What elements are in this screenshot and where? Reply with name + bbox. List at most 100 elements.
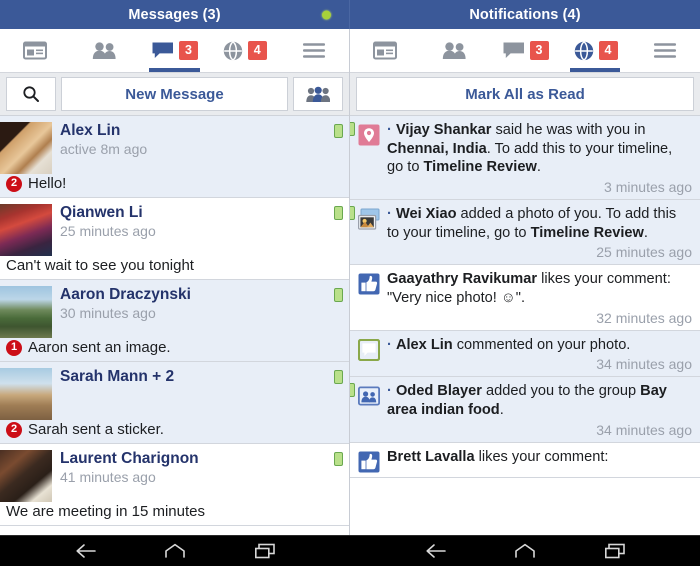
- android-nav-bar: [0, 535, 700, 566]
- notification-timestamp: 34 minutes ago: [596, 421, 692, 438]
- notification-icon: [358, 208, 380, 230]
- notification-timestamp: 25 minutes ago: [596, 244, 692, 261]
- hamburger-icon: [303, 43, 326, 58]
- message-row[interactable]: Laurent Charignon 41 minutes ago We are …: [0, 444, 349, 526]
- notification-icon: [357, 385, 381, 407]
- right-tab-notifications-underline: [569, 68, 621, 72]
- new-group-button[interactable]: [293, 77, 343, 111]
- mark-all-as-read-button[interactable]: Mark All as Read: [356, 77, 694, 111]
- notification-highlight: Brett Lavalla: [387, 448, 475, 465]
- comment-bubble-icon: [357, 338, 381, 361]
- bullet-icon: ·: [387, 336, 392, 353]
- message-row[interactable]: Alex Lin active 8m ago 2 Hello!: [0, 116, 349, 198]
- notification-row[interactable]: Gaayathry Ravikumar likes your comment: …: [350, 265, 700, 331]
- notification-text: · Wei Xiao added a photo of you. To add …: [387, 205, 692, 242]
- messages-list[interactable]: Alex Lin active 8m ago 2 Hello! Qianwen …: [0, 116, 349, 535]
- unread-count-badge: 1: [6, 339, 22, 356]
- message-meta: Aaron Draczynski 30 minutes ago: [52, 283, 191, 321]
- nav-half-right: [350, 536, 700, 566]
- new-message-button[interactable]: New Message: [61, 77, 288, 111]
- notifications-title-text: Notifications (4): [469, 6, 581, 23]
- notification-body: Brett Lavalla likes your comment:: [380, 448, 692, 467]
- home-icon: [515, 543, 535, 558]
- left-tab-messages[interactable]: 3: [140, 29, 210, 72]
- bullet-icon: ·: [387, 206, 392, 223]
- notification-timestamp: 3 minutes ago: [604, 179, 692, 196]
- left-tab-notifications[interactable]: 4: [209, 29, 279, 72]
- notification-timestamp: 34 minutes ago: [596, 356, 692, 373]
- right-tab-bar: 3 4: [350, 29, 700, 73]
- messages-icon: [152, 42, 173, 58]
- right-tab-more[interactable]: [630, 29, 700, 72]
- home-button[interactable]: [512, 541, 538, 561]
- back-button[interactable]: [422, 541, 448, 561]
- home-button[interactable]: [162, 541, 188, 561]
- notification-text: · Alex Lin commented on your photo.: [387, 336, 692, 355]
- avatar: [0, 368, 52, 420]
- notifications-list[interactable]: · Vijay Shankar said he was with you in …: [350, 116, 700, 535]
- message-meta: Qianwen Li 25 minutes ago: [52, 201, 156, 239]
- unread-count-badge: 2: [6, 175, 22, 192]
- right-tab-messages[interactable]: 3: [490, 29, 560, 72]
- right-tab-notifications-badge: 4: [598, 41, 618, 60]
- message-row[interactable]: Qianwen Li 25 minutes ago Can't wait to …: [0, 198, 349, 280]
- messages-icon: [503, 42, 524, 58]
- mobile-indicator-icon: [334, 124, 343, 138]
- back-button[interactable]: [72, 541, 98, 561]
- recents-button[interactable]: [252, 541, 278, 561]
- notification-row[interactable]: · Vijay Shankar said he was with you in …: [350, 116, 700, 201]
- mobile-indicator-icon: [350, 206, 355, 221]
- message-header: Laurent Charignon 41 minutes ago: [0, 447, 325, 502]
- message-header: Alex Lin active 8m ago: [0, 119, 325, 174]
- notifications-panel: 3 4 Mark All as Read · Vijay Shankar sai…: [350, 29, 700, 535]
- left-tab-news-feed[interactable]: [0, 29, 70, 72]
- mobile-indicator-icon: [334, 452, 343, 466]
- mobile-indicator-icon: [350, 383, 355, 398]
- messages-action-row: New Message: [0, 73, 349, 116]
- notification-highlight: Oded Blayer: [395, 383, 482, 400]
- unread-count-badge: 2: [6, 421, 22, 438]
- notification-highlight: Timeline Review: [530, 224, 644, 241]
- friends-icon: [92, 42, 116, 59]
- back-icon: [76, 544, 96, 558]
- notification-text-span: .: [536, 159, 541, 176]
- nav-half-left: [0, 536, 350, 566]
- notification-text-span: .: [499, 402, 504, 419]
- message-snippet-row: 2 Sarah sent a sticker.: [0, 421, 325, 438]
- notification-highlight: Gaayathry Ravikumar: [387, 271, 538, 288]
- mobile-indicator-icon: [334, 370, 343, 384]
- notification-row[interactable]: Brett Lavalla likes your comment:: [350, 442, 700, 478]
- message-row[interactable]: Sarah Mann + 2 2 Sarah sent a sticker.: [0, 362, 349, 444]
- right-tab-messages-badge: 3: [529, 41, 549, 60]
- notification-row[interactable]: · Alex Lin commented on your photo. 34 m…: [350, 330, 700, 378]
- message-sender-name: Aaron Draczynski: [60, 286, 191, 303]
- notification-body: Gaayathry Ravikumar likes your comment: …: [380, 270, 692, 325]
- right-tab-news-feed[interactable]: [350, 29, 420, 72]
- notification-row[interactable]: · Wei Xiao added a photo of you. To add …: [350, 200, 700, 266]
- back-icon: [426, 544, 446, 558]
- search-button[interactable]: [6, 77, 56, 111]
- message-timestamp: 41 minutes ago: [60, 469, 156, 485]
- right-tab-notifications[interactable]: 4: [560, 29, 630, 72]
- title-bar: Messages (3) Notifications (4): [0, 0, 700, 29]
- notification-text: · Vijay Shankar said he was with you in …: [387, 121, 692, 177]
- newsfeed-icon: [373, 41, 397, 60]
- message-snippet-text: Aaron sent an image.: [28, 339, 171, 356]
- right-tab-friend-requests[interactable]: [420, 29, 490, 72]
- bullet-icon: ·: [387, 122, 392, 138]
- message-snippet-text: Can't wait to see you tonight: [6, 257, 194, 274]
- message-header: Qianwen Li 25 minutes ago: [0, 201, 325, 256]
- left-tab-more[interactable]: [279, 29, 349, 72]
- search-icon: [23, 86, 39, 102]
- home-icon: [165, 543, 185, 558]
- avatar: [0, 122, 52, 174]
- recents-button[interactable]: [602, 541, 628, 561]
- notification-row[interactable]: · Oded Blayer added you to the group Bay…: [350, 377, 700, 443]
- notification-body: · Vijay Shankar said he was with you in …: [380, 121, 692, 195]
- notification-highlight: Alex Lin: [395, 336, 453, 353]
- mobile-indicator-icon: [334, 288, 343, 302]
- left-tab-friend-requests[interactable]: [70, 29, 140, 72]
- message-timestamp: 30 minutes ago: [60, 305, 156, 321]
- notification-text: Brett Lavalla likes your comment:: [387, 448, 692, 467]
- message-row[interactable]: Aaron Draczynski 30 minutes ago 1 Aaron …: [0, 280, 349, 362]
